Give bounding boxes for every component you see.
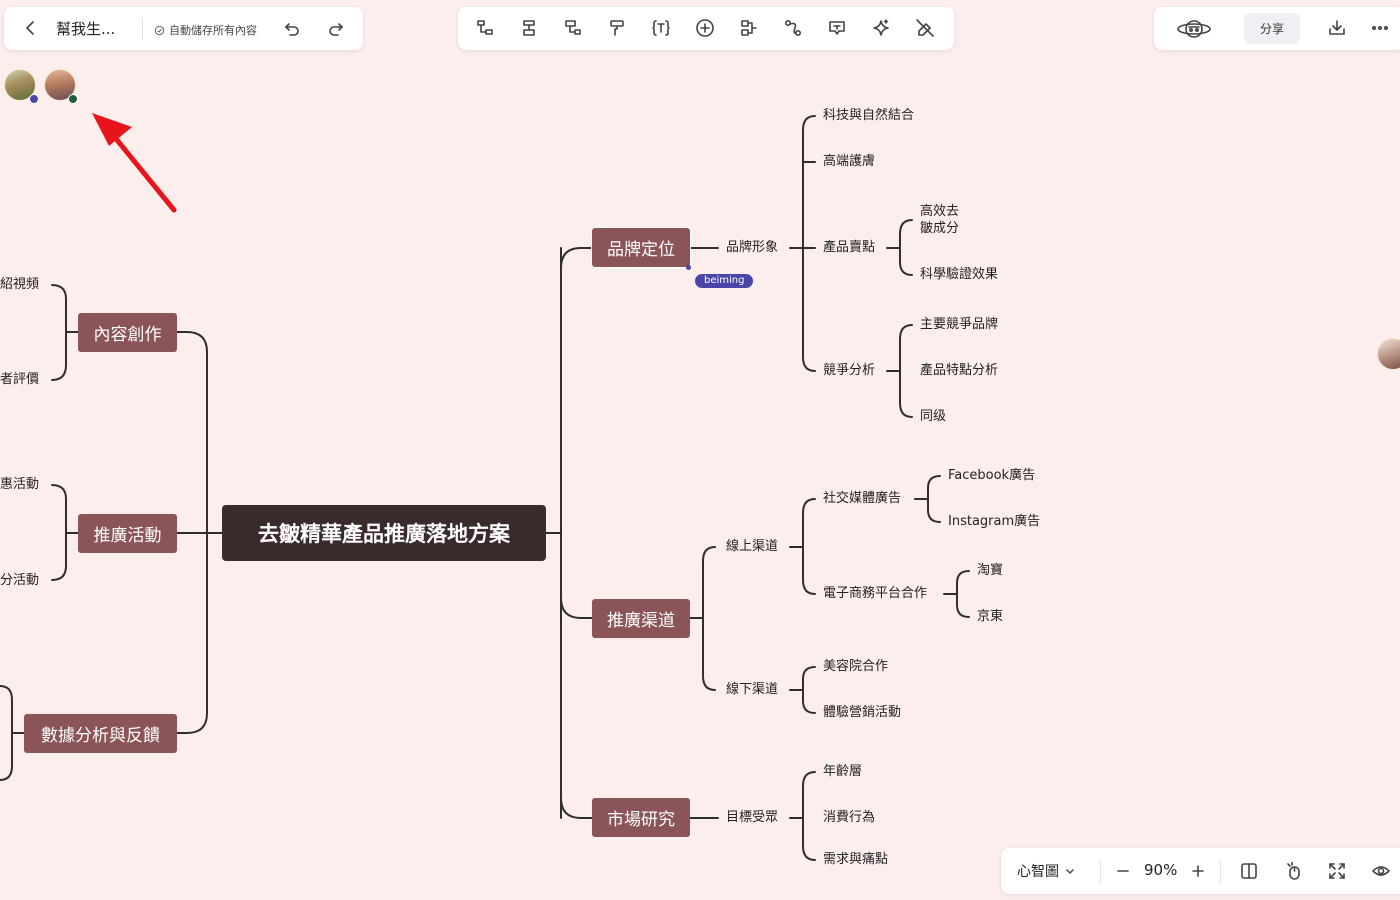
node-offline-channels[interactable]: 線下渠道 xyxy=(726,681,778,698)
collaborator-cursor-icon xyxy=(686,265,691,270)
connector-icon[interactable] xyxy=(739,18,759,38)
node-selling-points[interactable]: 產品賣點 xyxy=(823,239,875,256)
node-left-video[interactable]: 紹視頻 xyxy=(0,276,39,293)
ai-sparkle-icon[interactable] xyxy=(871,18,891,38)
relationship-icon[interactable] xyxy=(783,18,803,38)
node-experience-marketing[interactable]: 體驗營銷活動 xyxy=(823,704,901,721)
autosave-status: 自動儲存所有內容 xyxy=(154,22,257,38)
root-node[interactable]: 去皺精華產品推廣落地方案 xyxy=(222,505,546,561)
autosave-label: 自動儲存所有內容 xyxy=(169,24,257,37)
chevron-down-icon xyxy=(1066,869,1074,874)
mindmap-canvas[interactable] xyxy=(0,0,1400,900)
edit-toolbar xyxy=(458,7,954,50)
annotation-arrow xyxy=(92,113,177,213)
fit-screen-icon[interactable] xyxy=(1327,861,1347,881)
insert-parent-node-icon[interactable] xyxy=(563,18,583,38)
zoom-in-icon[interactable] xyxy=(1188,861,1208,881)
node-instagram-ads[interactable]: Instagram廣告 xyxy=(948,513,1040,530)
node-left-reviews[interactable]: 者評價 xyxy=(0,371,39,388)
node-jd[interactable]: 京東 xyxy=(977,608,1003,625)
node-brand-image[interactable]: 品牌形象 xyxy=(726,239,778,256)
undo-icon[interactable] xyxy=(282,18,302,38)
node-scientific-proof[interactable]: 科學驗證效果 xyxy=(920,266,998,283)
view-mode-select[interactable]: 心智圖 xyxy=(1017,861,1075,881)
node-peers[interactable]: 同级 xyxy=(920,408,946,425)
node-age-group[interactable]: 年齡層 xyxy=(823,763,862,780)
node-taobao[interactable]: 淘寶 xyxy=(977,562,1003,579)
node-premium-skincare[interactable]: 高端護膚 xyxy=(823,153,875,170)
check-circle-icon xyxy=(154,25,165,35)
add-icon[interactable] xyxy=(695,18,715,38)
document-header: 幫我生... 自動儲存所有內容 xyxy=(4,7,363,50)
share-button[interactable]: 分享 xyxy=(1244,13,1300,44)
planet-logo-icon[interactable] xyxy=(1176,16,1212,42)
mouse-mode-icon[interactable] xyxy=(1284,861,1304,881)
node-left-points[interactable]: 分活動 xyxy=(0,572,39,589)
zoom-out-icon[interactable] xyxy=(1113,861,1133,881)
view-mode-label: 心智圖 xyxy=(1017,864,1059,880)
clear-format-icon[interactable] xyxy=(915,18,935,38)
insert-sibling-node-icon[interactable] xyxy=(519,18,539,38)
divider xyxy=(142,18,143,40)
node-online-channels[interactable]: 線上渠道 xyxy=(726,538,778,555)
document-title[interactable]: 幫我生... xyxy=(56,18,115,39)
view-controls: 心智圖 90% xyxy=(1001,848,1400,894)
node-brand-positioning[interactable]: 品牌定位 xyxy=(592,228,690,267)
preview-eye-icon[interactable] xyxy=(1371,861,1391,881)
divider xyxy=(1100,861,1101,883)
format-painter-icon[interactable] xyxy=(607,18,627,38)
node-promo-activities[interactable]: 推廣活動 xyxy=(78,514,177,553)
node-left-discount[interactable]: 惠活動 xyxy=(0,476,39,493)
node-tech-nature[interactable]: 科技與自然結合 xyxy=(823,107,914,124)
collaborator-cursor-label: beiming xyxy=(695,274,754,288)
split-view-icon[interactable] xyxy=(1239,861,1259,881)
node-market-research[interactable]: 市場研究 xyxy=(592,798,690,837)
node-competition-analysis[interactable]: 競爭分析 xyxy=(823,362,875,379)
divider xyxy=(1220,861,1221,883)
node-facebook-ads[interactable]: Facebook廣告 xyxy=(948,467,1035,484)
redo-icon[interactable] xyxy=(326,18,346,38)
node-ecommerce[interactable]: 電子商務平台合作 xyxy=(823,585,927,602)
node-anti-wrinkle-ingredient[interactable]: 高效去 皺成分 xyxy=(920,203,959,237)
node-needs-painpoints[interactable]: 需求與痛點 xyxy=(823,851,888,868)
zoom-level: 90% xyxy=(1144,861,1178,879)
node-data-analysis[interactable]: 數據分析與反饋 xyxy=(24,714,177,753)
node-consumer-behavior[interactable]: 消費行為 xyxy=(823,809,875,826)
back-icon[interactable] xyxy=(20,18,40,38)
node-promo-channels[interactable]: 推廣渠道 xyxy=(592,599,690,638)
node-target-audience[interactable]: 目標受眾 xyxy=(726,809,778,826)
online-status-dot xyxy=(29,94,39,104)
summary-icon[interactable] xyxy=(827,18,847,38)
node-main-competitors[interactable]: 主要競爭品牌 xyxy=(920,316,998,333)
node-social-ads[interactable]: 社交媒體廣告 xyxy=(823,490,901,507)
online-status-dot xyxy=(68,94,78,104)
download-icon[interactable] xyxy=(1327,18,1347,38)
node-beauty-salon[interactable]: 美容院合作 xyxy=(823,658,888,675)
more-icon[interactable] xyxy=(1370,18,1390,38)
node-content-creation[interactable]: 內容創作 xyxy=(78,313,177,352)
node-product-features[interactable]: 產品特點分析 xyxy=(920,362,998,379)
header-actions: 分享 xyxy=(1154,7,1400,50)
text-style-icon[interactable] xyxy=(651,18,671,38)
insert-child-node-icon[interactable] xyxy=(475,18,495,38)
